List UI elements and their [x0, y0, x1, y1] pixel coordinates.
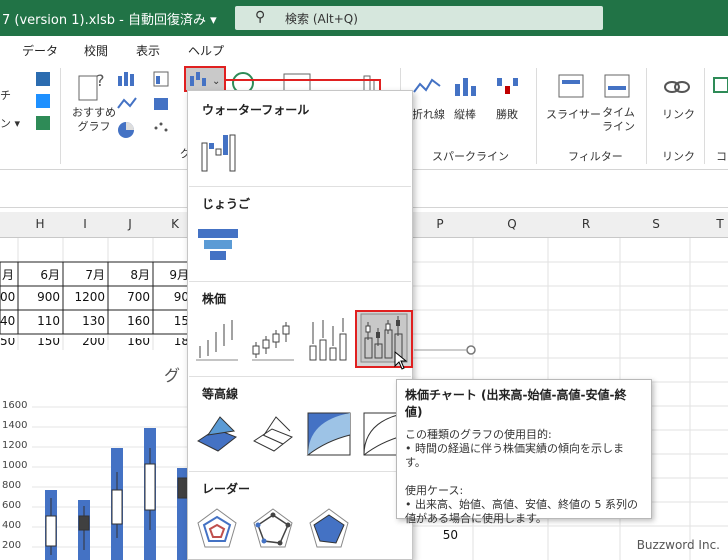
- chart-type-gallery: ウォーターフォール じょうご 株価 等高線 レーダー: [187, 90, 413, 560]
- radar-markers-thumb[interactable]: [250, 505, 296, 551]
- stock-vhlc-thumb[interactable]: [306, 316, 352, 362]
- surface-3d-thumb[interactable]: [194, 411, 240, 457]
- tooltip-line: • 時間の経過に伴う株価実績の傾向を示しま: [405, 442, 624, 455]
- mouse-cursor-icon: [394, 351, 408, 370]
- section-stock: 株価: [202, 292, 227, 306]
- radar-thumb[interactable]: [194, 505, 240, 551]
- stock-hlc-thumb[interactable]: [194, 316, 240, 362]
- tooltip-line: 値がある場合に使用します。: [405, 512, 547, 525]
- section-funnel: じょうご: [202, 197, 251, 211]
- tooltip-line: す。: [405, 456, 426, 469]
- section-waterfall: ウォーターフォール: [202, 103, 310, 117]
- tooltip-line: 使用ケース:: [405, 484, 464, 497]
- tooltip-line: この種類のグラフの使用目的:: [405, 428, 552, 441]
- chart-tooltip: 株価チャート (出来高-始値-高値-安値-終値) この種類のグラフの使用目的: …: [396, 379, 652, 525]
- tooltip-line: • 出来高、始値、高値、安値、終値の 5 系列の: [405, 498, 638, 511]
- waterfall-thumb[interactable]: [196, 129, 242, 175]
- funnel-thumb[interactable]: [196, 221, 242, 267]
- section-surface: 等高線: [202, 387, 239, 401]
- tooltip-line: [405, 470, 643, 484]
- tooltip-title: 株価チャート (出来高-始値-高値-安値-終値): [405, 388, 627, 419]
- contour-thumb[interactable]: [306, 411, 352, 457]
- stock-ohlc-thumb[interactable]: [250, 316, 296, 362]
- surface-wireframe-thumb[interactable]: [250, 411, 296, 457]
- filled-radar-thumb[interactable]: [306, 505, 352, 551]
- watermark: Buzzword Inc.: [636, 538, 720, 552]
- section-radar: レーダー: [202, 482, 251, 496]
